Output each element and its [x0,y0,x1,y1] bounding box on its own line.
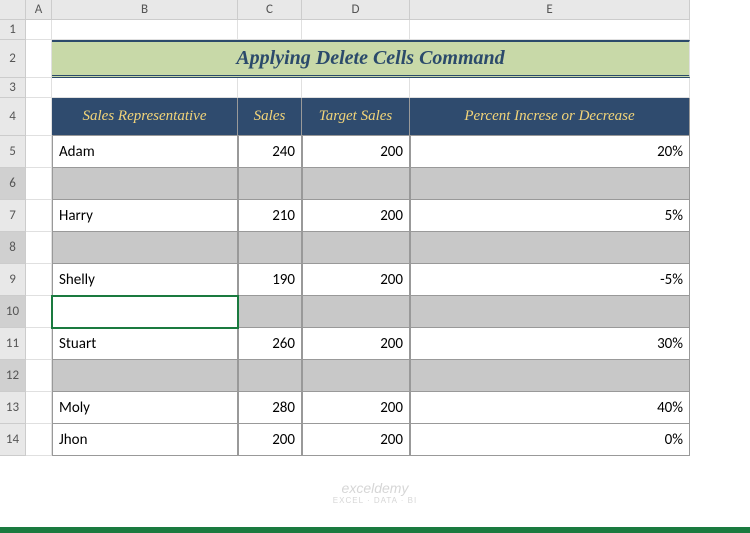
col-header-d[interactable]: D [302,0,410,20]
cell-e10[interactable] [410,296,690,328]
cell-b10-active[interactable] [52,296,238,328]
cell-e7[interactable]: 5% [410,200,690,232]
cell-a4[interactable] [26,98,52,136]
bottom-border [0,527,750,533]
cell-a11[interactable] [26,328,52,360]
cell-b12[interactable] [52,360,238,392]
cell-d7[interactable]: 200 [302,200,410,232]
col-header-b[interactable]: B [52,0,238,20]
cell-d1[interactable] [302,20,410,40]
row-header-4[interactable]: 4 [0,98,26,136]
cell-b13[interactable]: Moly [52,392,238,424]
header-target[interactable]: Target Sales [302,98,410,136]
cell-a9[interactable] [26,264,52,296]
cell-b11[interactable]: Stuart [52,328,238,360]
cell-a3[interactable] [26,78,52,98]
cell-e11[interactable]: 30% [410,328,690,360]
cell-e14[interactable]: 0% [410,424,690,456]
select-all-corner[interactable] [0,0,26,20]
cell-c7[interactable]: 210 [238,200,302,232]
spreadsheet-grid[interactable]: A B C D E 1 2 Applying Delete Cells Comm… [0,0,750,456]
row-header-7[interactable]: 7 [0,200,26,232]
cell-a7[interactable] [26,200,52,232]
cell-a12[interactable] [26,360,52,392]
title-cell[interactable]: Applying Delete Cells Command [52,40,690,78]
header-sales[interactable]: Sales [238,98,302,136]
cell-e5[interactable]: 20% [410,136,690,168]
cell-b9[interactable]: Shelly [52,264,238,296]
cell-a2[interactable] [26,40,52,78]
cell-d11[interactable]: 200 [302,328,410,360]
cell-c8[interactable] [238,232,302,264]
cell-d10[interactable] [302,296,410,328]
cell-c1[interactable] [238,20,302,40]
row-header-9[interactable]: 9 [0,264,26,296]
row-header-11[interactable]: 11 [0,328,26,360]
row-header-1[interactable]: 1 [0,20,26,40]
watermark-line2: EXCEL · DATA · BI [333,496,417,505]
cell-b3[interactable] [52,78,238,98]
row-header-12[interactable]: 12 [0,360,26,392]
cell-c5[interactable]: 240 [238,136,302,168]
cell-d5[interactable]: 200 [302,136,410,168]
cell-e1[interactable] [410,20,690,40]
row-header-5[interactable]: 5 [0,136,26,168]
cell-e12[interactable] [410,360,690,392]
cell-e9[interactable]: -5% [410,264,690,296]
row-header-8[interactable]: 8 [0,232,26,264]
cell-e8[interactable] [410,232,690,264]
col-header-a[interactable]: A [26,0,52,20]
cell-a5[interactable] [26,136,52,168]
cell-a14[interactable] [26,424,52,456]
cell-a13[interactable] [26,392,52,424]
row-header-3[interactable]: 3 [0,78,26,98]
cell-d3[interactable] [302,78,410,98]
cell-a8[interactable] [26,232,52,264]
cell-a6[interactable] [26,168,52,200]
cell-b1[interactable] [52,20,238,40]
cell-e3[interactable] [410,78,690,98]
cell-b7[interactable]: Harry [52,200,238,232]
cell-c10[interactable] [238,296,302,328]
cell-e6[interactable] [410,168,690,200]
cell-d13[interactable]: 200 [302,392,410,424]
cell-d8[interactable] [302,232,410,264]
cell-b6[interactable] [52,168,238,200]
row-header-2[interactable]: 2 [0,40,26,78]
cell-c13[interactable]: 280 [238,392,302,424]
cell-c11[interactable]: 260 [238,328,302,360]
header-percent[interactable]: Percent Increse or Decrease [410,98,690,136]
watermark-line1: exceldemy [333,480,417,496]
row-header-14[interactable]: 14 [0,424,26,456]
row-header-6[interactable]: 6 [0,168,26,200]
cell-b8[interactable] [52,232,238,264]
cell-c14[interactable]: 200 [238,424,302,456]
header-rep[interactable]: Sales Representative [52,98,238,136]
cell-b5[interactable]: Adam [52,136,238,168]
cell-d14[interactable]: 200 [302,424,410,456]
cell-d9[interactable]: 200 [302,264,410,296]
cell-d12[interactable] [302,360,410,392]
cell-a10[interactable] [26,296,52,328]
cell-c12[interactable] [238,360,302,392]
col-header-c[interactable]: C [238,0,302,20]
watermark: exceldemy EXCEL · DATA · BI [333,480,417,505]
cell-b14[interactable]: Jhon [52,424,238,456]
cell-a1[interactable] [26,20,52,40]
cell-e13[interactable]: 40% [410,392,690,424]
col-header-e[interactable]: E [410,0,690,20]
cell-d6[interactable] [302,168,410,200]
row-header-13[interactable]: 13 [0,392,26,424]
row-header-10[interactable]: 10 [0,296,26,328]
cell-c9[interactable]: 190 [238,264,302,296]
cell-c3[interactable] [238,78,302,98]
cell-c6[interactable] [238,168,302,200]
